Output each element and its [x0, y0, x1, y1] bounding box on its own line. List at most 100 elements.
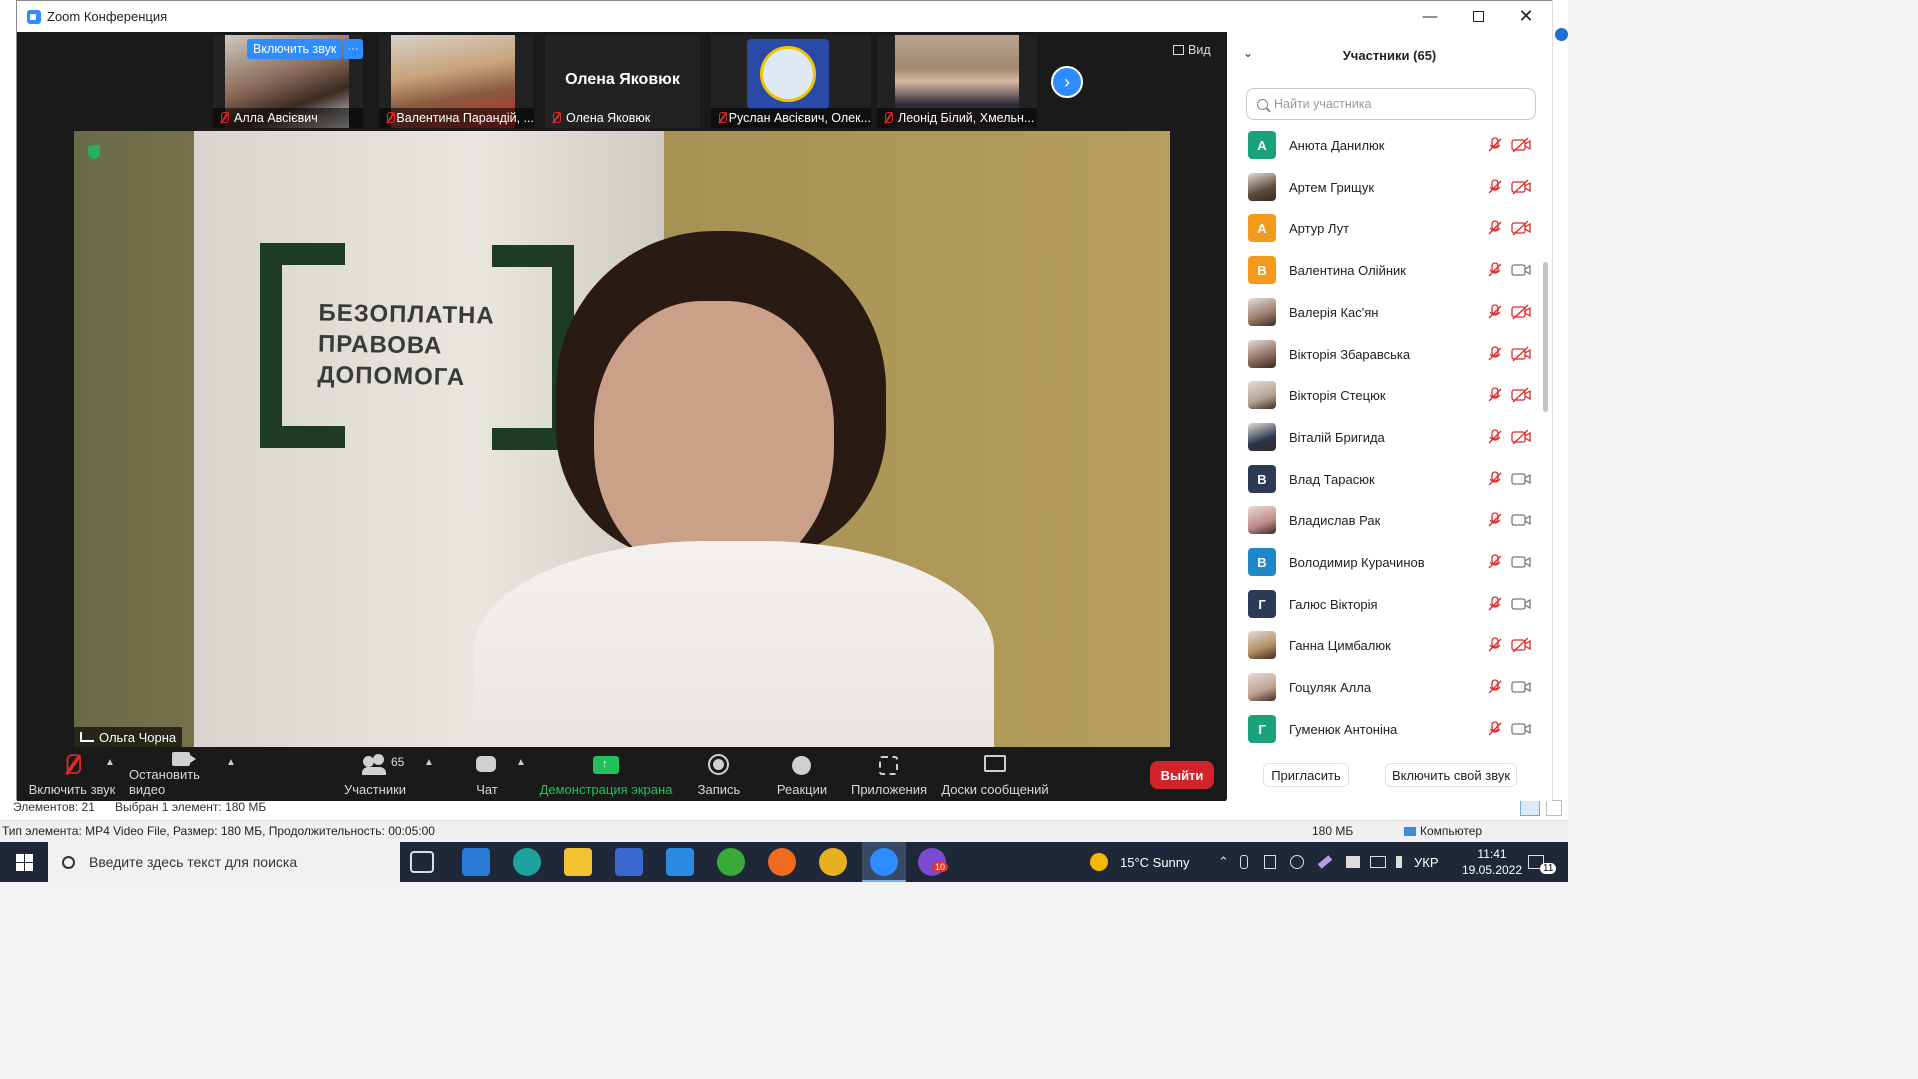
- muted-mic-icon[interactable]: [1487, 179, 1503, 195]
- video-off-icon[interactable]: [1511, 429, 1531, 445]
- chrome-icon[interactable]: [819, 848, 847, 876]
- participant-row[interactable]: Артем Грищук: [1227, 166, 1552, 208]
- audio-options-caret-icon[interactable]: ▲: [105, 757, 115, 768]
- edge-browser-icon[interactable]: [513, 848, 541, 876]
- participant-row[interactable]: В Влад Тарасюк: [1227, 458, 1552, 500]
- video-off-icon[interactable]: [1511, 179, 1531, 195]
- notification-center-button[interactable]: 11: [1528, 842, 1557, 882]
- details-view-icon[interactable]: [1520, 800, 1540, 816]
- headset-icon[interactable]: [1290, 855, 1304, 869]
- thumbnail-unmute-button[interactable]: Включить звук: [247, 39, 343, 59]
- chat-button[interactable]: Чат: [457, 747, 517, 801]
- participant-row[interactable]: А Артур Лут: [1227, 207, 1552, 249]
- muted-mic-icon[interactable]: [1487, 220, 1503, 236]
- participant-row[interactable]: Вікторія Збаравська: [1227, 333, 1552, 375]
- defender-icon[interactable]: [1346, 856, 1360, 868]
- muted-mic-icon[interactable]: [1487, 596, 1503, 612]
- thumbnail-more-button[interactable]: ···: [343, 39, 363, 59]
- store-icon[interactable]: [615, 848, 643, 876]
- participant-row[interactable]: Г Гуменюк Антоніна: [1227, 708, 1552, 750]
- video-off-icon[interactable]: [1511, 637, 1531, 653]
- video-off-icon[interactable]: [1511, 346, 1531, 362]
- thumbnail-olena[interactable]: Олена Яковюк Олена Яковюк: [545, 35, 700, 128]
- taskbar-search-box[interactable]: Введите здесь текст для поиска: [48, 842, 400, 882]
- view-button[interactable]: Вид: [1173, 43, 1211, 57]
- muted-mic-icon[interactable]: [1487, 512, 1503, 528]
- apps-button[interactable]: Приложения: [845, 747, 933, 801]
- muted-mic-icon[interactable]: [1487, 429, 1503, 445]
- video-off-icon[interactable]: [1511, 387, 1531, 403]
- language-indicator[interactable]: УКР: [1414, 842, 1439, 882]
- help-icon[interactable]: [1555, 28, 1568, 41]
- thumbnail-valentyna[interactable]: Валентина Парандій, ...: [379, 35, 534, 128]
- stop-video-button[interactable]: Остановить видео: [129, 747, 237, 801]
- utorrent-icon[interactable]: [717, 848, 745, 876]
- video-off-icon[interactable]: [1511, 137, 1531, 153]
- close-button[interactable]: ✕: [1503, 1, 1549, 32]
- chevron-down-icon[interactable]: ⌄: [1243, 46, 1253, 60]
- microphone-icon[interactable]: [1240, 855, 1248, 869]
- muted-mic-icon[interactable]: [1487, 304, 1503, 320]
- share-screen-button[interactable]: ↑ Демонстрация экрана: [537, 747, 675, 801]
- video-off-icon[interactable]: [1511, 304, 1531, 320]
- muted-mic-icon[interactable]: [1487, 471, 1503, 487]
- participant-list-scrollbar[interactable]: [1543, 262, 1548, 412]
- start-button[interactable]: [0, 842, 48, 882]
- mail-icon[interactable]: [666, 848, 694, 876]
- muted-mic-icon[interactable]: [1487, 554, 1503, 570]
- participant-search-input[interactable]: Найти участника: [1246, 88, 1536, 120]
- invite-button[interactable]: Пригласить: [1263, 763, 1349, 787]
- chat-options-caret-icon[interactable]: ▲: [516, 757, 526, 768]
- device-icon[interactable]: [1264, 855, 1276, 869]
- volume-icon[interactable]: [1396, 856, 1410, 868]
- participant-row[interactable]: Владислав Рак: [1227, 499, 1552, 541]
- maximize-button[interactable]: [1455, 1, 1501, 32]
- minimize-button[interactable]: —: [1407, 1, 1453, 32]
- muted-mic-icon[interactable]: [1487, 137, 1503, 153]
- leave-meeting-button[interactable]: Выйти: [1150, 761, 1214, 789]
- next-page-arrow-icon[interactable]: ›: [1051, 66, 1083, 98]
- task-view-icon[interactable]: [410, 851, 434, 873]
- participant-row[interactable]: А Анюта Данилюк: [1227, 124, 1552, 166]
- zoom-taskbar-button[interactable]: [862, 842, 906, 882]
- tiles-view-icon[interactable]: [1546, 800, 1562, 816]
- clock[interactable]: 11:41 19.05.2022: [1452, 842, 1532, 882]
- calculator-icon[interactable]: [462, 848, 490, 876]
- participant-row[interactable]: Віталій Бригида: [1227, 416, 1552, 458]
- participant-row[interactable]: В Володимир Курачинов: [1227, 541, 1552, 583]
- thumbnail-leonid[interactable]: Леонід Білий, Хмельн...: [877, 35, 1037, 128]
- participant-row[interactable]: Вікторія Стецюк: [1227, 374, 1552, 416]
- unmute-button[interactable]: Включить звук: [27, 747, 117, 801]
- muted-mic-icon[interactable]: [1487, 721, 1503, 737]
- pen-icon[interactable]: [1317, 855, 1333, 869]
- encryption-shield-icon[interactable]: [88, 145, 100, 159]
- participant-row[interactable]: Гоцуляк Алла: [1227, 666, 1552, 708]
- participant-row[interactable]: Валерія Кас'ян: [1227, 291, 1552, 333]
- reactions-button[interactable]: Реакции: [767, 747, 837, 801]
- weather-widget[interactable]: 15°C Sunny: [1090, 842, 1190, 882]
- muted-mic-icon[interactable]: [1487, 387, 1503, 403]
- muted-mic-icon[interactable]: [1487, 262, 1503, 278]
- video-icon[interactable]: [1511, 471, 1531, 487]
- file-explorer-icon[interactable]: [564, 848, 592, 876]
- video-options-caret-icon[interactable]: ▲: [226, 757, 236, 768]
- video-off-icon[interactable]: [1511, 220, 1531, 236]
- viber-icon[interactable]: 10: [918, 848, 949, 876]
- video-icon[interactable]: [1511, 512, 1531, 528]
- video-icon[interactable]: [1511, 721, 1531, 737]
- unmute-self-button[interactable]: Включить свой звук: [1385, 763, 1517, 787]
- thumbnail-ruslan[interactable]: Руслан Авсієвич, Олек...: [711, 35, 871, 128]
- muted-mic-icon[interactable]: [1487, 679, 1503, 695]
- record-button[interactable]: Запись: [689, 747, 749, 801]
- tray-chevron-up-icon[interactable]: ⌃: [1218, 842, 1229, 882]
- video-icon[interactable]: [1511, 596, 1531, 612]
- muted-mic-icon[interactable]: [1487, 346, 1503, 362]
- participants-options-caret-icon[interactable]: ▲: [424, 757, 434, 768]
- participant-row[interactable]: В Валентина Олійник: [1227, 249, 1552, 291]
- participant-row[interactable]: Г Галюс Вікторія: [1227, 583, 1552, 625]
- participant-row[interactable]: Ганна Цимбалюк: [1227, 624, 1552, 666]
- network-icon[interactable]: [1370, 856, 1386, 868]
- thumbnail-alla[interactable]: Включить звук ··· Алла Авсієвич: [213, 35, 363, 128]
- firefox-icon[interactable]: [768, 848, 796, 876]
- whiteboards-button[interactable]: Доски сообщений: [939, 747, 1051, 801]
